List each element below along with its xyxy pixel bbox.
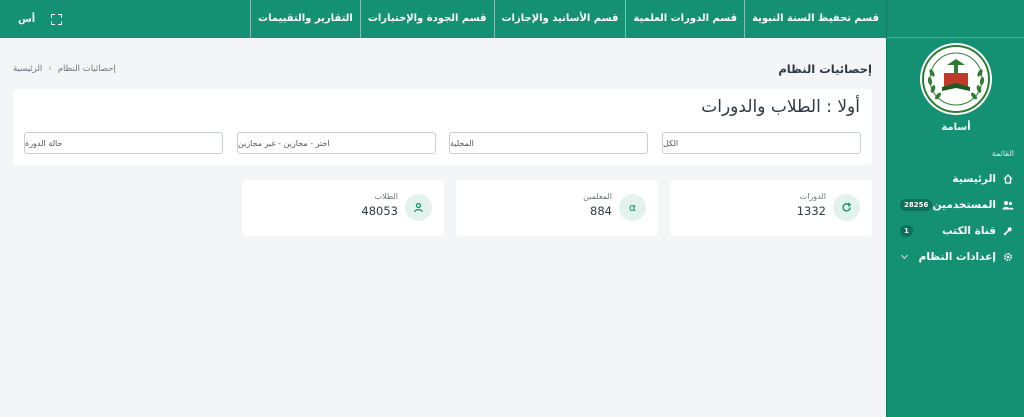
organization-logo	[920, 43, 992, 115]
scope-select[interactable]: الكل	[662, 132, 861, 154]
fullscreen-icon[interactable]	[51, 13, 63, 25]
chevron-down-icon	[900, 251, 909, 260]
sidebar-item-label: إعدادات النظام	[918, 251, 996, 263]
top-actions: أس	[18, 0, 63, 38]
refresh-icon	[833, 194, 860, 221]
stat-value: 1332	[796, 204, 826, 218]
breadcrumb-current: إحصائيات النظام	[57, 64, 116, 74]
user-initials[interactable]: أس	[18, 14, 35, 25]
breadcrumb: الرئيسية ‹ إحصائيات النظام	[13, 64, 116, 74]
sidebar-item-home[interactable]: الرئيسية	[886, 166, 1024, 192]
locality-select[interactable]: المحلية	[449, 132, 648, 154]
sidebar-user-name[interactable]: أسامة	[887, 122, 1024, 133]
scope-select-value: الكل	[663, 138, 679, 148]
nav-scientific-courses[interactable]: قسم الدورات العلمية	[625, 0, 744, 38]
nav-chains-licenses[interactable]: قسم الأسانيد والإجازات	[493, 0, 626, 38]
stat-label: الدورات	[799, 192, 826, 201]
stat-card-courses: الدورات 1332	[670, 180, 872, 236]
alpha-icon: α	[619, 194, 646, 221]
sidebar-header	[887, 0, 1024, 38]
sidebar-item-books-channel[interactable]: قناة الكتب 1	[886, 218, 1024, 244]
sidebar-item-label: قناة الكتب	[941, 225, 996, 237]
breadcrumb-home[interactable]: الرئيسية	[13, 64, 42, 74]
settings-icon	[1002, 251, 1014, 263]
page-title: إحصائيات النظام	[778, 62, 872, 76]
sidebar: أسامة القائمة الرئيسية المستخدمين 28256 …	[886, 0, 1024, 417]
nav-sunnah-memorization[interactable]: قسم تحفيظ السنة النبوية	[744, 0, 886, 38]
breadcrumb-separator-icon: ‹	[48, 64, 52, 74]
menu-heading: القائمة	[991, 149, 1014, 158]
home-icon	[1002, 173, 1014, 185]
license-status-select[interactable]: اختر - مجازين - غير مجازين	[237, 132, 436, 154]
stat-label: الطلاب	[374, 192, 398, 201]
user-icon	[405, 194, 432, 221]
locality-select-value: المحلية	[450, 138, 474, 148]
sidebar-item-users[interactable]: المستخدمين 28256	[886, 192, 1024, 218]
stat-label: المعلمين	[583, 192, 612, 201]
stat-value: 884	[590, 204, 612, 218]
sidebar-item-label: الرئيسية	[952, 173, 996, 185]
filters-card: أولا : الطلاب والدورات الكل المحلية اختر…	[13, 89, 872, 165]
stat-card-teachers: α المعلمين 884	[456, 180, 658, 236]
books-count-badge: 1	[900, 225, 913, 237]
course-status-select-value: حالة الدورة	[25, 138, 63, 148]
course-status-select[interactable]: حالة الدورة	[24, 132, 223, 154]
nav-reports-evaluations[interactable]: التقارير والتقييمات	[250, 0, 360, 38]
main-nav: قسم تحفيظ السنة النبوية قسم الدورات العل…	[250, 0, 886, 38]
books-icon	[1002, 225, 1014, 237]
nav-quality-exams[interactable]: قسم الجودة والإختبارات	[359, 0, 494, 38]
top-navbar: أس قسم تحفيظ السنة النبوية قسم الدورات ا…	[0, 0, 886, 38]
users-count-badge: 28256	[900, 199, 933, 211]
section-title: أولا : الطلاب والدورات	[701, 97, 860, 117]
sidebar-item-system-settings[interactable]: إعدادات النظام	[886, 244, 1024, 270]
sidebar-menu: الرئيسية المستخدمين 28256 قناة الكتب 1 إ…	[886, 166, 1024, 270]
license-status-select-value: اختر - مجازين - غير مجازين	[238, 138, 330, 148]
users-icon	[1002, 199, 1014, 211]
sidebar-item-label: المستخدمين	[932, 199, 996, 211]
stat-value: 48053	[361, 204, 398, 218]
stat-card-students: الطلاب 48053	[242, 180, 444, 236]
